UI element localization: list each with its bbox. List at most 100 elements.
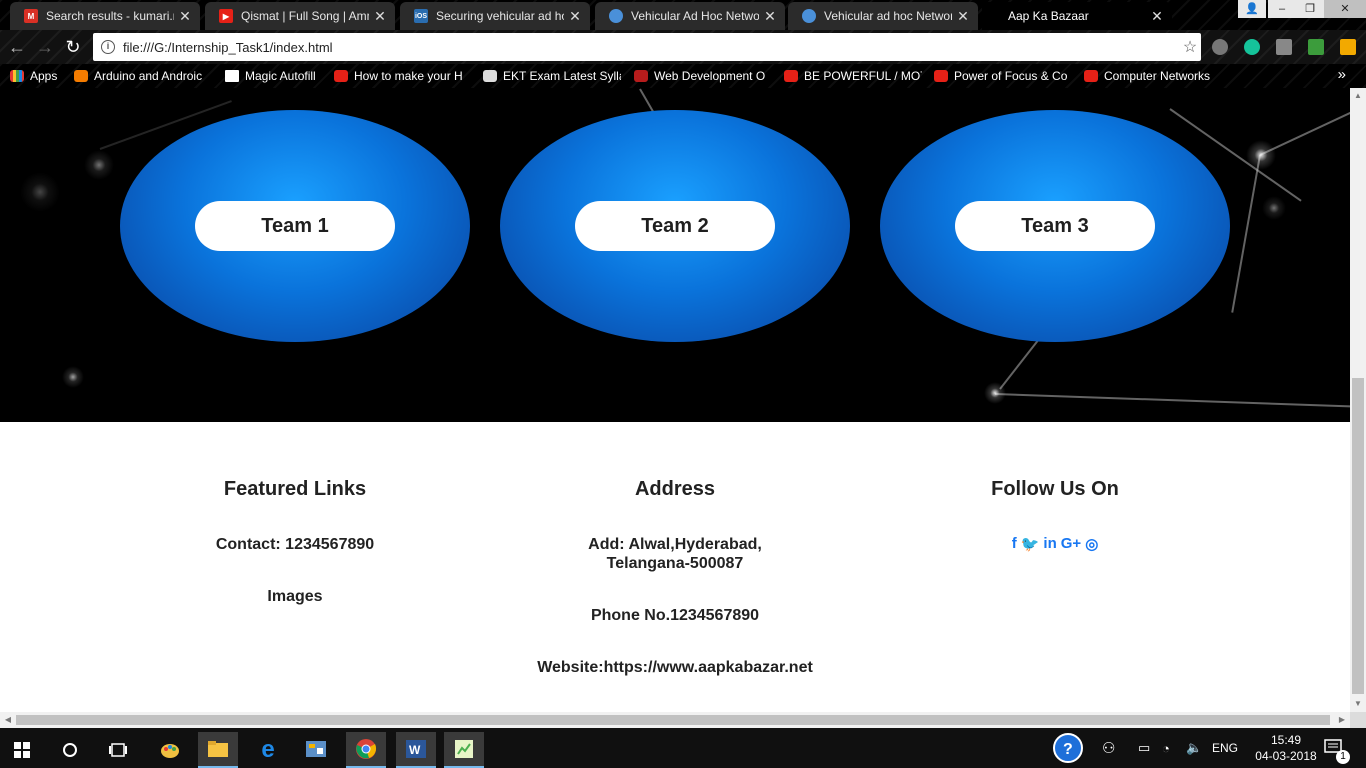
address-line-1: Add: Alwal,Hyderabad, <box>588 536 762 553</box>
bookmark-magic-autofill[interactable]: Magic Autofill <box>225 68 325 84</box>
tab-gmail-search[interactable]: M Search results - kumari.re ✕ <box>10 2 200 30</box>
tab-strip: M Search results - kumari.re ✕ ▶ Qismat … <box>0 0 1366 30</box>
info-icon[interactable]: i <box>101 40 115 54</box>
tab-securing-vehicular[interactable]: iOS Securing vehicular ad ho ✕ <box>400 2 590 30</box>
vertical-scrollbar[interactable]: ▲ ▼ <box>1350 88 1366 712</box>
extension-icon[interactable] <box>1340 39 1356 55</box>
tab-vanet-1[interactable]: Vehicular Ad Hoc Networ ✕ <box>595 2 785 30</box>
bookmark-star-icon[interactable]: ☆ <box>1179 37 1201 57</box>
forward-icon[interactable]: → <box>34 36 56 58</box>
featured-links-column: Featured Links Contact: 1234567890 Image… <box>115 478 475 606</box>
volume-icon[interactable]: 🔈 <box>1186 728 1202 768</box>
infinity-icon <box>634 70 648 82</box>
google-plus-icon[interactable]: G+ <box>1061 535 1081 553</box>
bookmark-ekt-exam[interactable]: EKT Exam Latest Sylla <box>483 68 621 84</box>
bookmark-computer-networks[interactable]: Computer Networks <box>1084 68 1222 84</box>
footer: Featured Links Contact: 1234567890 Image… <box>0 422 1350 712</box>
team-3-button[interactable]: Team 3 <box>955 201 1155 251</box>
follow-us-heading: Follow Us On <box>991 478 1119 500</box>
back-icon[interactable]: ← <box>6 36 28 58</box>
tab-youtube-qismat[interactable]: ▶ Qismat | Full Song | Amm ✕ <box>205 2 395 30</box>
task-view-icon[interactable] <box>98 732 138 768</box>
document-icon <box>609 9 623 23</box>
hero-section: Team 1 Team 2 Team 3 <box>0 88 1350 422</box>
address-heading: Address <box>634 478 716 500</box>
word-icon[interactable]: W <box>396 732 436 768</box>
close-icon[interactable]: ✕ <box>568 8 582 25</box>
instagram-icon[interactable]: ◎ <box>1085 535 1098 553</box>
close-icon[interactable]: ✕ <box>1150 8 1164 25</box>
bookmark-label: BE POWERFUL / MOT <box>804 69 922 83</box>
people-icon[interactable]: ⚇ <box>1102 728 1115 768</box>
paint-icon[interactable] <box>150 732 190 768</box>
network-line <box>994 393 1350 408</box>
linkedin-icon[interactable]: in <box>1043 535 1056 553</box>
close-icon[interactable]: ✕ <box>373 8 387 25</box>
page-viewport: Team 1 Team 2 Team 3 Featured Links Cont… <box>0 88 1350 712</box>
team-1-card: Team 1 <box>120 110 470 342</box>
document-icon <box>802 9 816 23</box>
scroll-up-icon[interactable]: ▲ <box>1350 88 1366 104</box>
bookmark-power-of-focus[interactable]: Power of Focus & Co <box>934 68 1072 84</box>
network-node <box>1262 196 1286 220</box>
bookmark-web-development[interactable]: Web Development O <box>634 68 772 84</box>
control-panel-icon[interactable] <box>296 732 336 768</box>
team-3-card: Team 3 <box>880 110 1230 342</box>
bookmark-apps[interactable]: Apps <box>10 68 70 84</box>
close-icon[interactable]: ✕ <box>956 8 970 25</box>
bookmark-arduino[interactable]: Arduino and Androic <box>74 68 212 84</box>
minimize-button[interactable]: – <box>1268 0 1296 18</box>
vertical-scroll-thumb[interactable] <box>1352 378 1364 694</box>
close-window-button[interactable]: ✕ <box>1324 0 1366 18</box>
bookmarks-overflow-icon[interactable]: » <box>1338 66 1346 83</box>
reload-icon[interactable]: ↻ <box>62 36 84 58</box>
tab-vanet-2[interactable]: Vehicular ad hoc Networ ✕ <box>788 2 978 30</box>
scroll-right-icon[interactable]: ▶ <box>1334 712 1350 728</box>
bookmarks-bar: Apps Arduino and Androic Magic Autofill … <box>0 64 1366 88</box>
battery-icon[interactable]: ▭ <box>1138 728 1150 768</box>
bookmark-be-powerful[interactable]: BE POWERFUL / MOT <box>784 68 922 84</box>
website-link[interactable]: Website:https://www.aapkabazar.net <box>495 658 855 677</box>
restore-button[interactable]: ❐ <box>1296 0 1324 18</box>
notepad-plus-icon[interactable] <box>444 732 484 768</box>
scroll-left-icon[interactable]: ◀ <box>0 712 16 728</box>
edge-browser-icon[interactable]: e <box>248 732 288 768</box>
chrome-icon[interactable] <box>346 732 386 768</box>
images-link[interactable]: Images <box>115 587 475 606</box>
youtube-icon <box>934 70 948 82</box>
scrollbar-corner <box>1350 712 1366 728</box>
team-2-button[interactable]: Team 2 <box>575 201 775 251</box>
clock-date: 04-03-2018 <box>1255 749 1317 763</box>
url-text[interactable]: file:///G:/Internship_Task1/index.html <box>123 40 1179 55</box>
scroll-down-icon[interactable]: ▼ <box>1350 696 1366 712</box>
svg-text:?: ? <box>1063 741 1073 758</box>
language-indicator[interactable]: ENG <box>1212 728 1238 768</box>
team-1-button[interactable]: Team 1 <box>195 201 395 251</box>
address-bar[interactable]: i file:///G:/Internship_Task1/index.html… <box>93 33 1201 61</box>
bookmark-how-to-make[interactable]: How to make your H <box>334 68 469 84</box>
wifi-icon[interactable]: ◔ <box>1162 728 1170 768</box>
file-explorer-icon[interactable] <box>198 732 238 768</box>
contact-link[interactable]: Contact: 1234567890 <box>115 535 475 554</box>
grammarly-icon[interactable] <box>1244 39 1260 55</box>
extension-icon[interactable] <box>1276 39 1292 55</box>
social-links: f 🐦 in G+ ◎ <box>875 535 1235 553</box>
help-icon[interactable]: ? <box>1052 728 1084 768</box>
windows-start-icon[interactable] <box>2 732 42 768</box>
tab-title: Vehicular ad hoc Networ <box>824 9 952 23</box>
system-clock[interactable]: 15:49 04-03-2018 <box>1254 732 1318 764</box>
twitter-icon[interactable]: 🐦 <box>1021 535 1040 553</box>
extension-icon[interactable] <box>1212 39 1228 55</box>
close-icon[interactable]: ✕ <box>178 8 192 25</box>
facebook-icon[interactable]: f <box>1012 535 1017 553</box>
browser-toolbar: ← → ↻ i file:///G:/Internship_Task1/inde… <box>0 30 1366 64</box>
horizontal-scroll-thumb[interactable] <box>16 715 1330 725</box>
horizontal-scrollbar[interactable]: ◀ ▶ <box>0 712 1350 728</box>
notifications-icon[interactable]: 1 <box>1324 728 1350 768</box>
close-icon[interactable]: ✕ <box>763 8 777 25</box>
youtube-icon <box>334 70 348 82</box>
tab-aap-ka-bazaar[interactable]: Aap Ka Bazaar ✕ <box>982 2 1172 30</box>
extension-icon[interactable] <box>1308 39 1324 55</box>
user-profile-icon[interactable]: 👤 <box>1238 0 1266 18</box>
cortana-search-icon[interactable] <box>50 732 90 768</box>
